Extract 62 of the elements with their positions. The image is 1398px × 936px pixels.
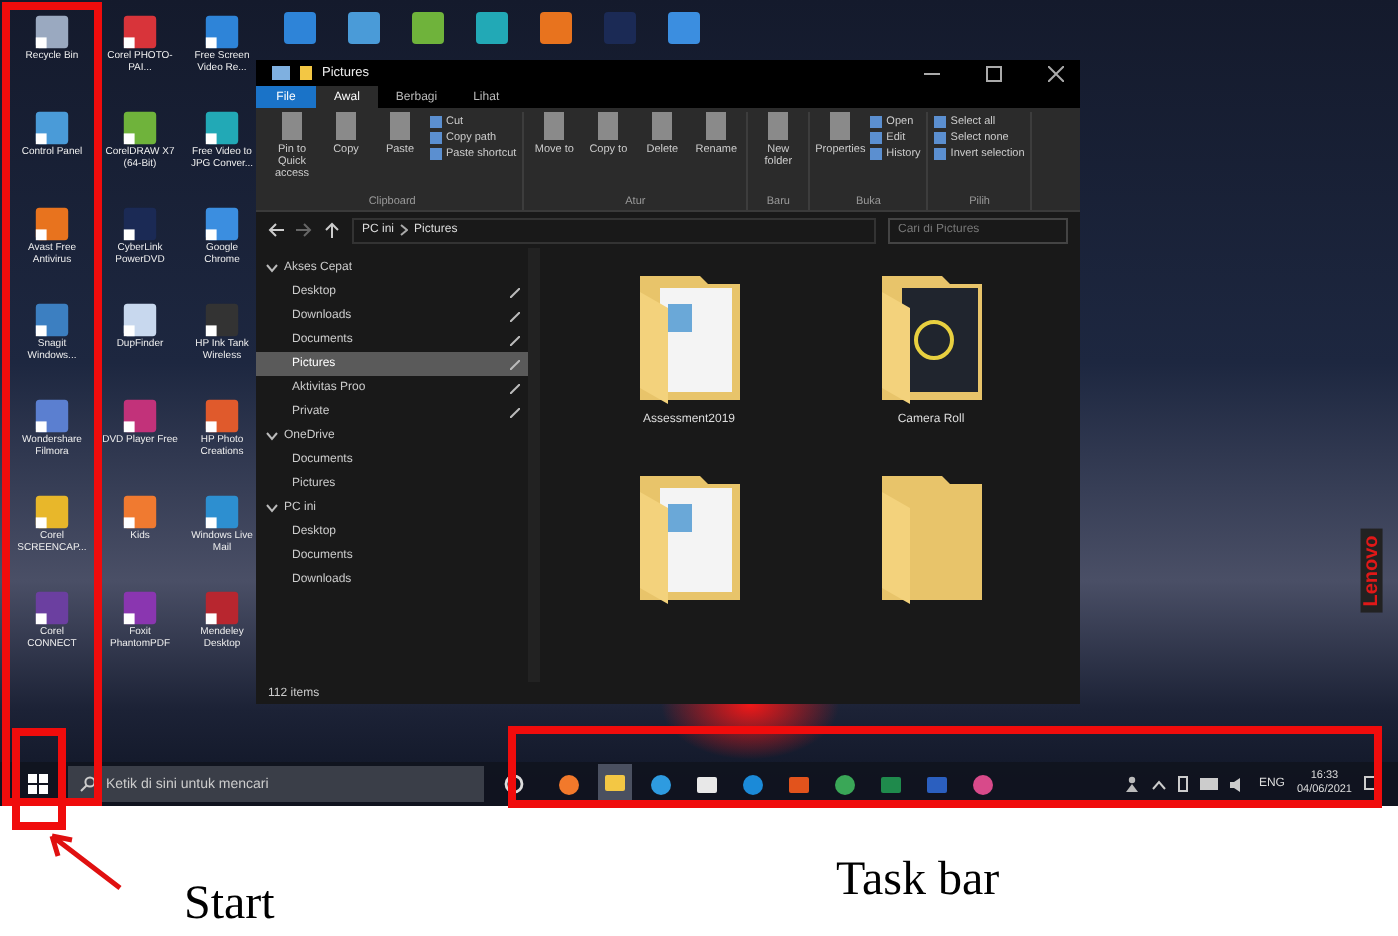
chevron-right-icon	[400, 224, 409, 236]
chevron-down-icon[interactable]	[266, 502, 278, 514]
square-icon	[934, 116, 947, 128]
app-shortcut-icon[interactable]	[34, 14, 70, 50]
square-icon	[870, 116, 883, 128]
caption: Task bar	[836, 854, 1000, 908]
square-icon	[430, 116, 442, 128]
app-shortcut-icon[interactable]	[204, 302, 240, 338]
app-shortcut-icon[interactable]	[204, 494, 240, 530]
brand-logo: Lenovo	[1361, 529, 1384, 613]
page-icon	[334, 112, 358, 140]
app-shortcut-icon[interactable]	[34, 302, 70, 338]
app-shortcut-icon[interactable]	[204, 206, 240, 242]
chevron-down-icon[interactable]	[266, 430, 278, 442]
close-icon[interactable]	[1048, 65, 1064, 81]
page-icon	[596, 112, 621, 140]
app-shortcut-icon[interactable]	[472, 8, 512, 48]
page-icon	[766, 112, 791, 140]
app-shortcut-icon[interactable]	[122, 206, 158, 242]
page-icon	[542, 112, 567, 140]
square-icon	[430, 148, 442, 160]
up-arrow-icon[interactable]	[324, 222, 340, 238]
caption: Start	[184, 878, 275, 932]
app-shortcut-icon[interactable]	[34, 398, 70, 434]
circle-icon[interactable]	[504, 774, 524, 794]
app-shortcut-icon[interactable]	[536, 8, 576, 48]
app-shortcut-icon[interactable]	[34, 494, 70, 530]
chevron-up-icon[interactable]	[1152, 779, 1167, 789]
app-shortcut-icon[interactable]	[34, 206, 70, 242]
app-shortcut-icon[interactable]	[408, 8, 448, 48]
chevron-down-icon[interactable]	[266, 262, 278, 274]
app-shortcut-icon[interactable]	[204, 14, 240, 50]
app-shortcut-icon[interactable]	[122, 302, 158, 338]
windows-logo-icon[interactable]	[28, 774, 48, 794]
page-icon	[388, 112, 412, 140]
app-shortcut-icon[interactable]	[122, 590, 158, 626]
square-icon	[430, 132, 442, 144]
square-icon	[870, 148, 883, 160]
square-icon	[870, 132, 883, 144]
app-shortcut-icon[interactable]	[34, 110, 70, 146]
back-arrow-icon[interactable]	[268, 222, 284, 238]
app-shortcut-icon[interactable]	[204, 590, 240, 626]
app-shortcut-icon[interactable]	[122, 494, 158, 530]
app-shortcut-icon[interactable]	[122, 110, 158, 146]
square-icon	[934, 132, 947, 144]
battery-icon[interactable]	[1178, 776, 1189, 792]
square-icon	[934, 148, 947, 160]
forward-arrow-icon[interactable]	[296, 222, 312, 238]
page-icon	[828, 112, 853, 140]
app-shortcut-icon[interactable]	[122, 14, 158, 50]
app-shortcut-icon[interactable]	[204, 110, 240, 146]
app-shortcut-icon[interactable]	[122, 398, 158, 434]
maximize-icon[interactable]	[986, 65, 1002, 81]
page-icon	[280, 112, 304, 140]
search-icon	[80, 776, 96, 792]
person-icon[interactable]	[1124, 776, 1141, 792]
pointer-arrow	[44, 828, 124, 892]
page-icon	[704, 112, 729, 140]
app-shortcut-icon[interactable]	[344, 8, 384, 48]
app-shortcut-icon[interactable]	[204, 398, 240, 434]
app-shortcut-icon[interactable]	[34, 590, 70, 626]
page-icon	[650, 112, 675, 140]
